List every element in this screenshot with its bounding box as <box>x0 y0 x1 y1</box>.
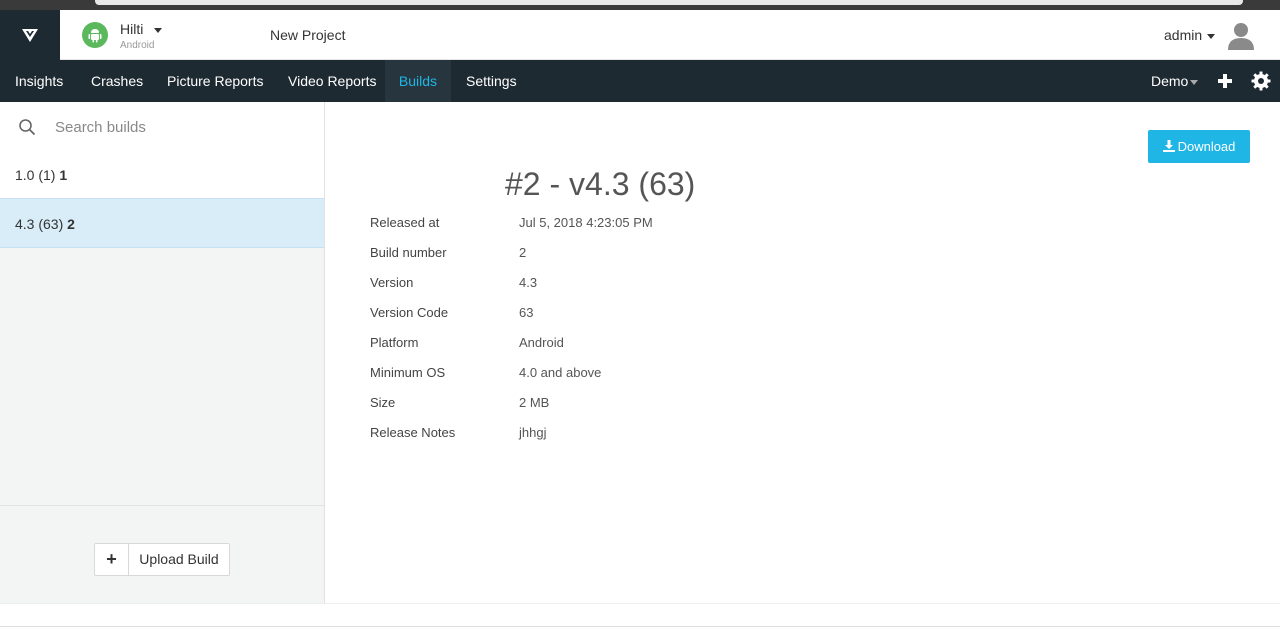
detail-value: 4.0 and above <box>519 365 602 380</box>
workspace-selector[interactable]: Demo <box>1151 60 1188 102</box>
add-icon[interactable] <box>1215 71 1235 91</box>
detail-value: 2 MB <box>519 395 550 410</box>
main-navbar: Insights Crashes Picture Reports Video R… <box>0 60 1280 102</box>
browser-address-bar-edge <box>95 0 1243 5</box>
android-icon[interactable] <box>82 22 108 48</box>
sidebar-footer: + Upload Build <box>0 505 324 603</box>
detail-value: Android <box>519 335 564 350</box>
detail-value: jhhgj <box>519 425 547 440</box>
project-name[interactable]: New Project <box>270 27 345 43</box>
gear-icon[interactable] <box>1251 71 1271 91</box>
nav-item-picture-reports[interactable]: Picture Reports <box>152 60 278 102</box>
download-label: Download <box>1177 139 1236 154</box>
avatar[interactable] <box>1226 20 1256 50</box>
detail-label: Version <box>370 275 414 290</box>
detail-value: 2 <box>519 245 527 260</box>
brand-logo[interactable] <box>0 10 60 60</box>
page-bottom-edge <box>0 603 1280 629</box>
detail-label: Version Code <box>370 305 449 320</box>
detail-label: Minimum OS <box>370 365 446 380</box>
build-detail-panel: Download #2 - v4.3 (63) Released at Jul … <box>325 102 1280 603</box>
nav-item-insights[interactable]: Insights <box>0 60 78 102</box>
detail-label: Released at <box>370 215 440 230</box>
detail-value: Jul 5, 2018 4:23:05 PM <box>519 215 653 230</box>
builds-sidebar: 1.0 (1) 1 4.3 (63) 2 + Upload Build <box>0 102 325 603</box>
detail-label: Build number <box>370 245 447 260</box>
build-number: 1 <box>59 167 68 183</box>
detail-label: Size <box>370 395 396 410</box>
build-version: 4.3 (63) <box>15 216 64 232</box>
nav-item-video-reports[interactable]: Video Reports <box>273 60 391 102</box>
search-bar <box>0 102 324 150</box>
upload-build-label: Upload Build <box>139 551 219 567</box>
detail-value: 4.3 <box>519 275 538 290</box>
app-header: Hilti Android New Project admin <box>0 10 1280 60</box>
plus-icon: + <box>95 544 129 575</box>
browser-top-strip <box>0 0 1280 10</box>
nav-item-builds[interactable]: Builds <box>385 60 451 102</box>
workspace-caret-icon[interactable] <box>1190 80 1198 85</box>
detail-label: Platform <box>370 335 419 350</box>
nav-item-crashes[interactable]: Crashes <box>76 60 158 102</box>
build-version: 1.0 (1) <box>15 167 56 183</box>
download-button[interactable]: Download <box>1148 130 1250 163</box>
user-menu-caret-icon[interactable] <box>1207 34 1215 39</box>
upload-build-button[interactable]: + Upload Build <box>94 543 230 576</box>
detail-label: Release Notes <box>370 425 456 440</box>
logo-icon <box>22 29 38 42</box>
detail-value: 63 <box>519 305 534 320</box>
build-title: #2 - v4.3 (63) <box>505 166 696 202</box>
search-icon <box>19 119 36 136</box>
app-selector-name[interactable]: Hilti <box>120 21 143 37</box>
build-list-item[interactable]: 1.0 (1) 1 <box>0 150 324 200</box>
build-list-item-selected[interactable]: 4.3 (63) 2 <box>0 198 324 248</box>
download-icon <box>1162 140 1175 152</box>
divider <box>0 626 1280 627</box>
search-input[interactable] <box>55 114 305 140</box>
nav-item-settings[interactable]: Settings <box>451 60 532 102</box>
build-number: 2 <box>67 216 75 232</box>
app-platform-label: Android <box>120 40 155 51</box>
user-menu-name[interactable]: admin <box>1164 27 1202 43</box>
app-selector-caret-icon[interactable] <box>154 28 162 33</box>
